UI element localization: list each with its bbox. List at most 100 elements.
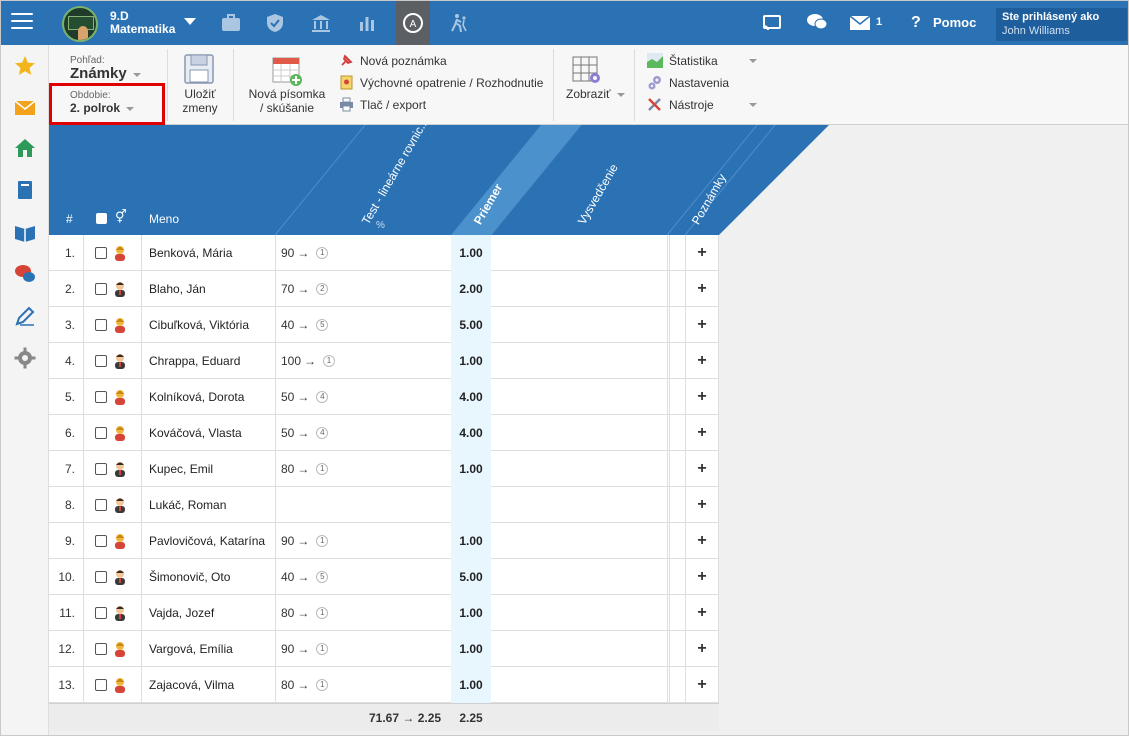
test-mark-cell[interactable]: 90 → 1 [281,235,451,271]
add-note-button[interactable]: + [685,379,719,415]
class-avatar[interactable] [62,6,98,42]
student-name[interactable]: Blaho, Ján [149,271,275,307]
user-box[interactable]: Ste prihlásený ako John Williams [996,8,1127,41]
report-grade-cell[interactable] [491,559,667,595]
student-name[interactable]: Zajacová, Vilma [149,667,275,703]
add-note-button[interactable]: + [685,559,719,595]
test-mark-cell[interactable]: 90 → 1 [281,631,451,667]
open-book-icon[interactable] [14,221,36,243]
row-checkbox[interactable] [95,271,107,307]
report-grade-cell[interactable] [491,307,667,343]
test-mark-cell[interactable]: 80 → 1 [281,595,451,631]
save-button[interactable]: Uložiť zmeny [175,87,225,115]
settings-menu[interactable]: Nastavenia [647,75,729,90]
report-grade-cell[interactable] [491,271,667,307]
checkbox[interactable] [95,247,107,259]
caret-down-icon[interactable] [749,103,757,107]
add-note-button[interactable]: + [685,235,719,271]
row-checkbox[interactable] [95,343,107,379]
add-note-button[interactable]: + [685,307,719,343]
star-icon[interactable] [14,55,36,77]
test-mark-cell[interactable]: 80 → 1 [281,667,451,703]
student-name[interactable]: Kupec, Emil [149,451,275,487]
row-checkbox[interactable] [95,667,107,703]
checkbox[interactable] [95,643,107,655]
school-icon[interactable] [310,12,332,34]
report-grade-cell[interactable] [491,487,667,523]
select-all-checkbox[interactable] [96,213,107,224]
student-name[interactable]: Cibuľková, Viktória [149,307,275,343]
student-name[interactable]: Pavlovičová, Katarína [149,523,275,559]
checkbox[interactable] [95,391,107,403]
student-name[interactable]: Lukáč, Roman [149,487,275,523]
checkbox[interactable] [95,679,107,691]
test-mark-cell[interactable]: 70 → 2 [281,271,451,307]
briefcase-icon[interactable] [220,12,242,34]
row-checkbox[interactable] [95,559,107,595]
shield-icon[interactable] [264,12,286,34]
report-grade-cell[interactable] [491,343,667,379]
report-grade-cell[interactable] [491,631,667,667]
student-name[interactable]: Chrappa, Eduard [149,343,275,379]
checkbox[interactable] [95,535,107,547]
student-name[interactable]: Kolníková, Dorota [149,379,275,415]
add-note-button[interactable]: + [685,415,719,451]
chevron-down-icon[interactable] [184,18,196,25]
new-note-button[interactable]: Nová poznámka [339,53,447,68]
checkbox[interactable] [95,607,107,619]
caret-down-icon[interactable] [749,59,757,63]
checkbox[interactable] [95,571,107,583]
add-note-button[interactable]: + [685,451,719,487]
add-note-button[interactable]: + [685,631,719,667]
student-name[interactable]: Kováčová, Vlasta [149,415,275,451]
cast-icon[interactable] [762,13,782,33]
help-link[interactable]: Pomoc [933,15,976,30]
pen-icon[interactable] [14,305,36,327]
checkbox[interactable] [95,283,107,295]
row-checkbox[interactable] [95,523,107,559]
mail-icon[interactable] [850,16,870,30]
checkbox[interactable] [95,427,107,439]
row-checkbox[interactable] [95,595,107,631]
bar-chart-icon[interactable] [356,12,378,34]
report-grade-cell[interactable] [491,379,667,415]
comments-icon[interactable] [14,263,36,285]
row-checkbox[interactable] [95,379,107,415]
tools-menu[interactable]: Nástroje [647,97,757,112]
test-mark-cell[interactable]: 90 → 1 [281,523,451,559]
notebook-icon[interactable] [14,179,36,201]
checkbox[interactable] [95,319,107,331]
row-checkbox[interactable] [95,307,107,343]
report-grade-cell[interactable] [491,235,667,271]
add-note-button[interactable]: + [685,667,719,703]
envelope-icon[interactable] [14,97,36,119]
student-name[interactable]: Šimonovič, Oto [149,559,275,595]
walking-icon[interactable] [448,12,470,34]
statistics-menu[interactable]: Štatistika [647,53,757,68]
report-grade-cell[interactable] [491,415,667,451]
checkbox[interactable] [95,355,107,367]
home-icon[interactable] [14,137,36,159]
report-grade-cell[interactable] [491,523,667,559]
row-checkbox[interactable] [95,487,107,523]
test-mark-cell[interactable]: 50 → 4 [281,379,451,415]
add-note-button[interactable]: + [685,487,719,523]
test-mark-cell[interactable]: 40 → 5 [281,559,451,595]
test-mark-cell[interactable]: 50 → 4 [281,415,451,451]
test-mark-cell[interactable]: 80 → 1 [281,451,451,487]
add-note-button[interactable]: + [685,523,719,559]
new-test-button[interactable]: Nová písomka / skúšanie [243,87,331,115]
row-checkbox[interactable] [95,415,107,451]
checkbox[interactable] [95,463,107,475]
chat-icon[interactable] [806,12,828,32]
report-grade-cell[interactable] [491,595,667,631]
print-export-button[interactable]: Tlač / export [339,97,426,112]
gear-icon[interactable] [14,347,36,369]
row-checkbox[interactable] [95,235,107,271]
edu-measure-button[interactable]: Výchovné opatrenie / Rozhodnutie [339,75,543,90]
row-checkbox[interactable] [95,631,107,667]
add-note-button[interactable]: + [685,343,719,379]
add-note-button[interactable]: + [685,595,719,631]
col-name[interactable]: Meno [149,212,179,226]
report-grade-cell[interactable] [491,451,667,487]
